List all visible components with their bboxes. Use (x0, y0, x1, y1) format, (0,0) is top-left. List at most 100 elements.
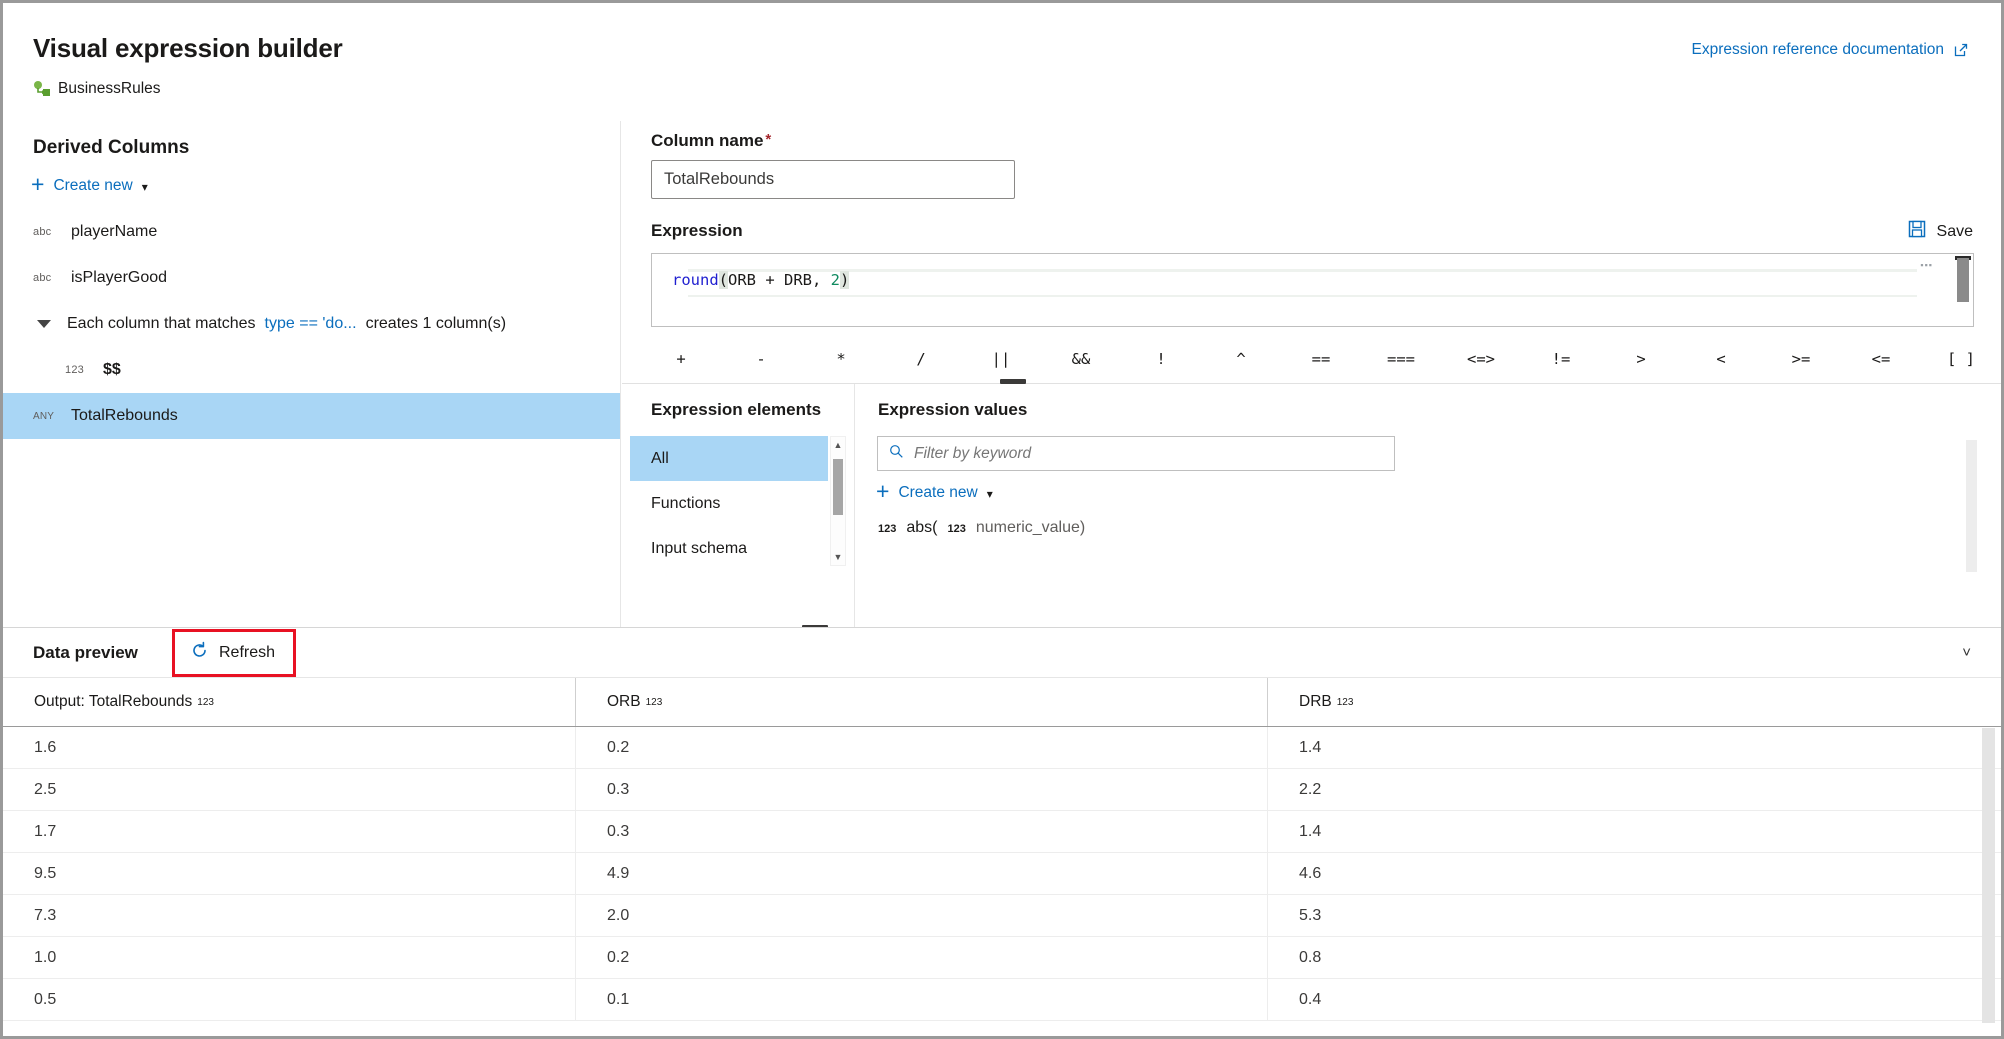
refresh-icon (190, 641, 209, 665)
operator-button-less[interactable]: < (1681, 350, 1761, 368)
stream-name: BusinessRules (58, 80, 161, 98)
filter-by-keyword-input[interactable] (912, 444, 1383, 464)
expression-code-editor[interactable]: round(ORB + DRB, 2) ▪▪▪ (651, 253, 1974, 327)
column-name-input[interactable] (651, 160, 1015, 199)
expression-elements-title: Expression elements (651, 400, 821, 420)
cell-output: 2.5 (3, 769, 575, 810)
derived-columns-pane: Derived Columns + Create new ▾ abc playe… (3, 121, 621, 627)
table-row[interactable]: 1.7 0.3 1.4 (3, 811, 2001, 853)
operator-button-equals[interactable]: == (1281, 350, 1361, 368)
data-preview-scrollbar[interactable] (1982, 728, 1995, 1023)
operator-button-and[interactable]: && (1041, 350, 1121, 368)
operator-button-brackets[interactable]: [ ] (1921, 350, 2001, 368)
plus-icon: + (876, 480, 889, 503)
operator-button-less-equals[interactable]: <= (1841, 350, 1921, 368)
function-arg-label: numeric_value) (976, 519, 1085, 537)
operator-button-greater[interactable]: > (1601, 350, 1681, 368)
expression-elements-pane: Expression elements All Functions Input … (622, 384, 855, 627)
expression-values-scrollbar[interactable] (1966, 440, 1977, 572)
expression-element-input-schema[interactable]: Input schema (630, 526, 828, 571)
data-preview-panel: Data preview Refresh ˅ Output: TotalRebo… (3, 627, 2001, 1036)
expression-elements-scrollbar-thumb[interactable] (833, 459, 843, 515)
chevron-down-icon: ▾ (987, 487, 993, 501)
save-button[interactable]: Save (1907, 219, 1973, 244)
operator-button-divide[interactable]: / (881, 350, 961, 368)
derived-column-row-isplayergood[interactable]: abc isPlayerGood (3, 255, 620, 301)
cell-drb: 0.8 (1267, 937, 2001, 978)
operator-button-minus[interactable]: - (721, 350, 801, 368)
refresh-button[interactable]: Refresh (172, 629, 296, 677)
table-header-orb-type: 123 (646, 697, 663, 708)
cell-orb: 0.3 (575, 769, 1267, 810)
expand-triangle-icon[interactable] (37, 320, 51, 328)
chevron-down-icon: ▾ (142, 180, 148, 194)
pattern-prefix-label: Each column that matches (67, 315, 256, 333)
table-header-row: Output: TotalRebounds123 ORB123 DRB123 (3, 678, 2001, 727)
external-link-icon (1953, 42, 1969, 58)
derived-column-row-dollar[interactable]: 123 $$ (3, 347, 620, 393)
expression-elements-scrollbar[interactable]: ▲ ▼ (830, 436, 846, 566)
cell-output: 1.7 (3, 811, 575, 852)
operator-button-not-equals[interactable]: != (1521, 350, 1601, 368)
derived-column-row-totalrebounds[interactable]: ANY TotalRebounds (3, 393, 620, 439)
table-header-output-type: 123 (197, 697, 214, 708)
expression-function-abs[interactable]: 123 abs( 123 numeric_value) (878, 519, 1085, 537)
create-new-value-button[interactable]: + Create new ▾ (876, 481, 993, 504)
cell-drb: 1.4 (1267, 727, 2001, 768)
table-row[interactable]: 2.5 0.3 2.2 (3, 769, 2001, 811)
cell-orb: 0.3 (575, 811, 1267, 852)
expression-token-operands: ORB + DRB, (728, 271, 831, 289)
operator-button-null-safe-equals[interactable]: <=> (1441, 350, 1521, 368)
function-name-label: abs( (906, 519, 937, 537)
header: Visual expression builder BusinessRules … (3, 3, 2001, 121)
table-row[interactable]: 9.5 4.9 4.6 (3, 853, 2001, 895)
expression-token-close-paren: ) (840, 271, 849, 289)
expression-reference-documentation-link[interactable]: Expression reference documentation (1692, 41, 1969, 59)
derived-columns-list: abc playerName abc isPlayerGood Each col… (3, 209, 620, 439)
refresh-label: Refresh (219, 644, 275, 662)
chevron-down-icon[interactable]: ▼ (831, 549, 845, 565)
operator-button-strict-equals[interactable]: === (1361, 350, 1441, 368)
cell-output: 1.6 (3, 727, 575, 768)
create-new-column-button[interactable]: + Create new ▾ (31, 174, 148, 197)
operator-button-greater-equals[interactable]: >= (1761, 350, 1841, 368)
table-row[interactable]: 1.0 0.2 0.8 (3, 937, 2001, 979)
operator-button-xor[interactable]: ^ (1201, 350, 1281, 368)
expression-element-functions[interactable]: Functions (630, 481, 828, 526)
expression-scrollbar-track[interactable] (1959, 256, 1971, 324)
required-asterisk: * (765, 131, 771, 148)
derived-column-row-playername[interactable]: abc playerName (3, 209, 620, 255)
expression-element-all[interactable]: All (630, 436, 828, 481)
plus-icon: + (31, 173, 44, 196)
cell-orb: 0.2 (575, 937, 1267, 978)
cell-output: 0.5 (3, 979, 575, 1020)
stream-breadcrumb: BusinessRules (33, 80, 161, 98)
operator-button-plus[interactable]: + (641, 350, 721, 368)
operator-button-not[interactable]: ! (1121, 350, 1201, 368)
expression-scrollbar-thumb[interactable] (1957, 258, 1969, 302)
operator-button-multiply[interactable]: * (801, 350, 881, 368)
table-row[interactable]: 0.5 0.1 0.4 (3, 979, 2001, 1021)
filter-field[interactable] (877, 436, 1395, 471)
operator-toolbar: + - * / || && ! ^ == === <=> != > < >= <… (641, 337, 2001, 381)
column-name-label: isPlayerGood (71, 269, 167, 287)
column-pattern-row[interactable]: Each column that matches type == 'do... … (3, 301, 620, 347)
cell-drb: 0.4 (1267, 979, 2001, 1020)
chevron-up-icon[interactable]: ▲ (831, 437, 845, 453)
table-row[interactable]: 1.6 0.2 1.4 (3, 727, 2001, 769)
column-name-label: $$ (103, 361, 121, 379)
table-header-drb: DRB123 (1267, 678, 2001, 726)
expression-code-inner: round(ORB + DRB, 2) (672, 264, 1947, 290)
operator-button-or[interactable]: || (961, 350, 1041, 368)
table-row[interactable]: 7.3 2.0 5.3 (3, 895, 2001, 937)
expression-editor-pane: Column name* Expression Save round(ORB +… (622, 121, 2001, 627)
pattern-condition-link[interactable]: type == 'do... (265, 315, 357, 333)
expression-label: Expression (651, 221, 743, 241)
chevron-down-icon[interactable]: ˅ (1962, 644, 1971, 661)
create-new-value-label: Create new (898, 484, 977, 502)
expression-minimap: ▪▪▪ (1920, 260, 1933, 270)
column-type-badge: abc (33, 272, 71, 284)
column-type-badge: 123 (65, 364, 103, 376)
data-preview-bottom-strip (3, 1026, 2001, 1036)
column-name-label: Column name* (651, 131, 1015, 151)
